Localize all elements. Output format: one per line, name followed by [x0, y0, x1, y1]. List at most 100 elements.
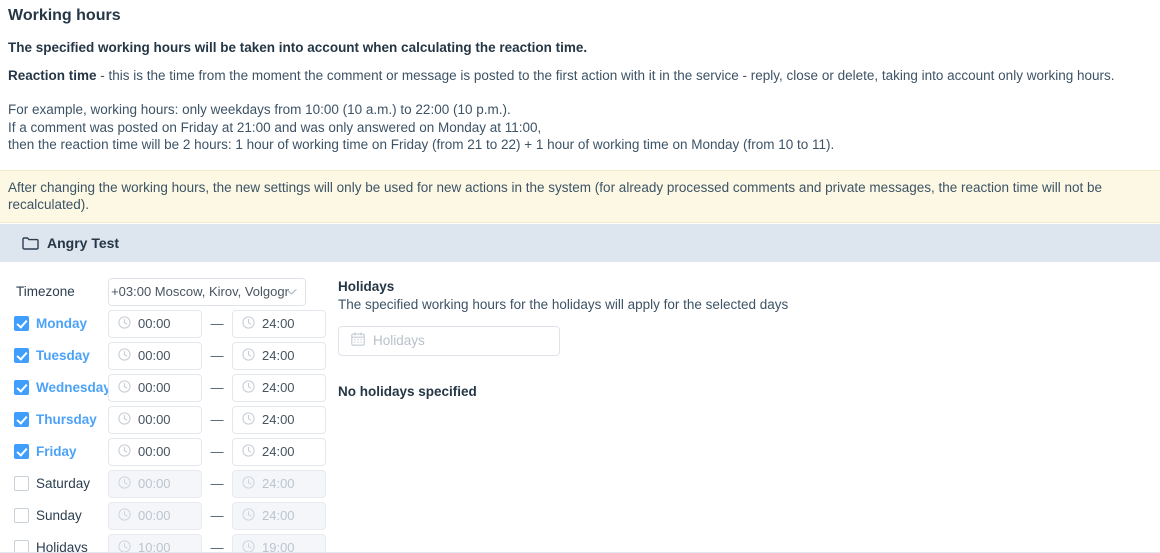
- time-to-input[interactable]: 24:00: [232, 437, 326, 466]
- schedule-row: Thursday 00:00 — 24:00: [14, 404, 330, 436]
- page-title: Working hours: [8, 7, 121, 24]
- day-checkbox[interactable]: [14, 316, 29, 331]
- day-label: Tuesday: [36, 348, 90, 363]
- example-line-2: If a comment was posted on Friday at 21:…: [8, 119, 542, 135]
- intro-example: For example, working hours: only weekday…: [8, 101, 1152, 154]
- example-line-3: then the reaction time will be 2 hours: …: [8, 137, 835, 152]
- day-rows: Monday 00:00—24:00 Tuesday 00:00—24:00 Wedne…: [14, 308, 330, 553]
- clock-icon: [242, 379, 255, 396]
- day-label: Saturday: [36, 476, 91, 491]
- day-checkbox[interactable]: [14, 348, 29, 363]
- folder-icon: [22, 236, 39, 250]
- reaction-time-term: Reaction time: [8, 68, 97, 83]
- time-to-input: 19:00: [232, 533, 326, 553]
- day-checkbox[interactable]: [14, 444, 29, 459]
- schedule-row: Wednesday 00:00 — 24:00: [14, 372, 330, 404]
- time-to-input: 24:00: [232, 501, 326, 530]
- time-to-input[interactable]: 24:00: [232, 341, 326, 370]
- day-checkbox[interactable]: [14, 412, 29, 427]
- clock-icon: [118, 475, 131, 492]
- timezone-label: Timezone: [16, 284, 75, 299]
- clock-icon: [242, 347, 255, 364]
- time-range-separator: —: [210, 348, 224, 363]
- clock-icon: [118, 507, 131, 524]
- time-from-input[interactable]: 00:00: [108, 405, 202, 434]
- clock-icon: [118, 443, 131, 460]
- intro-lead: The specified working hours will be take…: [8, 40, 588, 55]
- day-label: Thursday: [36, 412, 97, 427]
- time-range-separator: —: [210, 476, 224, 491]
- schedule-row: Friday 00:00 — 24:00: [14, 436, 330, 468]
- settings-body: Timezone +03:00 Moscow, Kirov, Volgogr M…: [0, 262, 1160, 553]
- schedule-column: Timezone +03:00 Moscow, Kirov, Volgogr M…: [0, 276, 330, 553]
- clock-icon: [242, 315, 255, 332]
- holidays-column: Holidays The specified working hours for…: [330, 276, 788, 553]
- day-label: Monday: [36, 316, 88, 331]
- reaction-time-description: - this is the time from the moment the c…: [96, 68, 1115, 83]
- clock-icon: [242, 443, 255, 460]
- time-from-value: 00:00: [138, 412, 171, 427]
- time-from-value: 00:00: [138, 380, 171, 395]
- time-from-value: 00:00: [138, 444, 171, 459]
- timezone-value: +03:00 Moscow, Kirov, Volgogr: [111, 284, 289, 299]
- time-to-input[interactable]: 24:00: [232, 309, 326, 338]
- holidays-subtitle: The specified working hours for the holi…: [338, 296, 789, 312]
- holidays-input-placeholder: Holidays: [373, 333, 425, 348]
- intro-section: The specified working hours will be take…: [0, 39, 1160, 154]
- holidays-title: Holidays: [338, 278, 395, 294]
- day-toggle-friday[interactable]: Friday: [14, 444, 108, 459]
- clock-icon: [118, 315, 131, 332]
- timezone-row: Timezone +03:00 Moscow, Kirov, Volgogr: [14, 276, 330, 308]
- schedule-row: Holidays 10:00—19:00: [14, 532, 330, 553]
- time-to-value: 24:00: [262, 412, 295, 427]
- day-label: Wednesday: [36, 380, 111, 395]
- time-from-value: 00:00: [138, 316, 171, 331]
- timezone-select[interactable]: +03:00 Moscow, Kirov, Volgogr: [108, 277, 306, 306]
- time-from-input: 10:00: [108, 533, 202, 553]
- time-to-value: 24:00: [262, 508, 295, 523]
- day-checkbox[interactable]: [14, 508, 29, 523]
- time-to-input[interactable]: 24:00: [232, 405, 326, 434]
- chevron-down-icon: [286, 288, 297, 295]
- clock-icon: [118, 539, 131, 553]
- clock-icon: [118, 347, 131, 364]
- time-range-separator: —: [210, 508, 224, 523]
- time-from-input[interactable]: 00:00: [108, 309, 202, 338]
- recalculation-warning-banner: After changing the working hours, the ne…: [0, 169, 1160, 223]
- time-from-input[interactable]: 00:00: [108, 373, 202, 402]
- clock-icon: [242, 411, 255, 428]
- time-range-separator: —: [210, 316, 224, 331]
- day-toggle-thursday[interactable]: Thursday: [14, 412, 108, 427]
- time-to-input: 24:00: [232, 469, 326, 498]
- clock-icon: [242, 539, 255, 553]
- schedule-row: Monday 00:00 — 24:00: [14, 308, 330, 340]
- time-from-input[interactable]: 00:00: [108, 437, 202, 466]
- time-range-separator: —: [210, 412, 224, 427]
- day-toggle-wednesday[interactable]: Wednesday: [14, 380, 111, 395]
- time-to-value: 24:00: [262, 348, 295, 363]
- time-to-value: 24:00: [262, 476, 295, 491]
- clock-icon: [242, 507, 255, 524]
- intro-reaction-time: Reaction time - this is the time from th…: [8, 67, 1152, 85]
- day-label: Friday: [36, 444, 77, 459]
- day-toggle-saturday[interactable]: Saturday: [14, 476, 108, 491]
- project-name: Angry Test: [47, 234, 120, 251]
- example-line-1: For example, working hours: only weekday…: [8, 102, 511, 117]
- time-from-input: 00:00: [108, 501, 202, 530]
- day-toggle-sunday[interactable]: Sunday: [14, 508, 108, 523]
- holidays-input[interactable]: Holidays: [338, 325, 560, 356]
- clock-icon: [242, 475, 255, 492]
- schedule-row: Sunday 00:00 — 24:00: [14, 500, 330, 532]
- day-toggle-monday[interactable]: Monday: [14, 316, 108, 331]
- time-from-value: 00:00: [138, 348, 171, 363]
- time-from-input[interactable]: 00:00: [108, 341, 202, 370]
- project-header: Angry Test: [0, 223, 1160, 262]
- time-to-value: 24:00: [262, 444, 295, 459]
- time-to-input[interactable]: 24:00: [232, 373, 326, 402]
- time-range-separator: —: [210, 380, 224, 395]
- day-checkbox[interactable]: [14, 380, 29, 395]
- day-toggle-tuesday[interactable]: Tuesday: [14, 348, 108, 363]
- day-checkbox[interactable]: [14, 476, 29, 491]
- clock-icon: [118, 379, 131, 396]
- time-from-value: 00:00: [138, 508, 171, 523]
